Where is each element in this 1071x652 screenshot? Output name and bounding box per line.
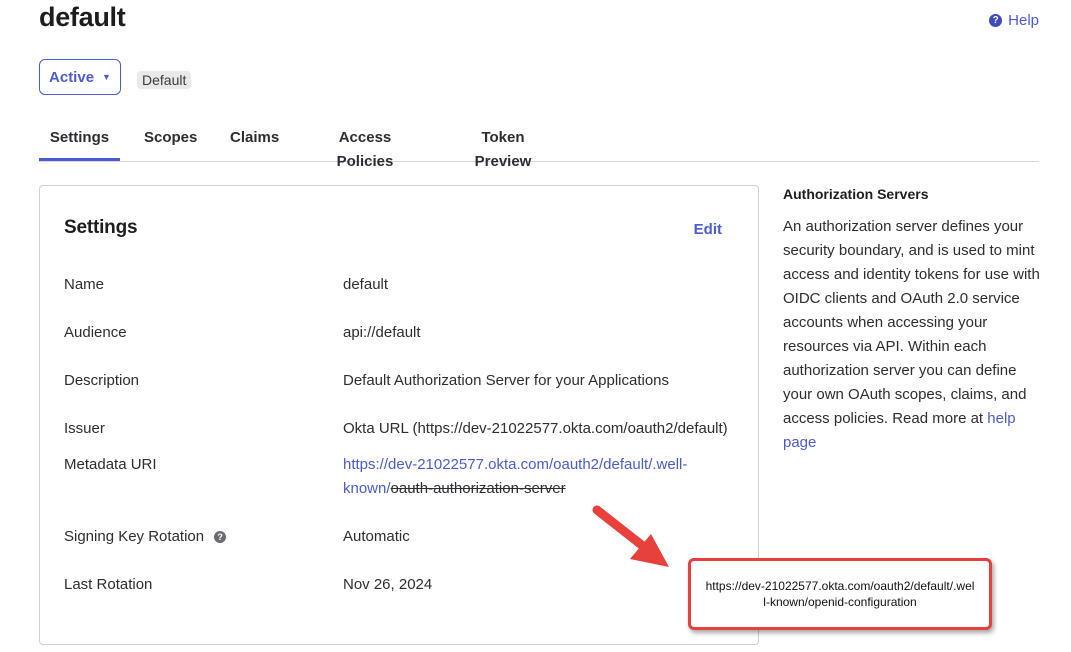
name-label: Name (64, 276, 105, 293)
metadata-uri-struck-text: oauth-authorization-server (390, 480, 566, 497)
caret-down-icon: ▼ (102, 72, 111, 82)
info-icon[interactable]: ? (214, 530, 227, 543)
default-badge: Default (137, 71, 192, 89)
signing-key-rotation-label: Signing Key Rotation ? (64, 528, 227, 545)
sidebar-description: An authorization server defines your sec… (783, 215, 1045, 455)
page-title: default (39, 2, 126, 32)
status-dropdown[interactable]: Active ▼ (39, 59, 121, 95)
help-link[interactable]: ? Help (989, 12, 1039, 29)
settings-title: Settings (64, 217, 138, 238)
signing-key-rotation-value: Automatic (343, 528, 410, 545)
last-rotation-value: Nov 26, 2024 (343, 576, 433, 593)
audience-label: Audience (64, 324, 127, 341)
last-rotation-label: Last Rotation (64, 576, 153, 593)
audience-value: api://default (343, 324, 421, 341)
tab-token-preview[interactable]: Token Preview (454, 126, 552, 170)
sidebar-title: Authorization Servers (783, 186, 929, 202)
annotation-text: https://dev-21022577.okta.com/oauth2/def… (705, 579, 975, 609)
status-dropdown-label: Active (49, 68, 95, 86)
metadata-uri-link[interactable]: https://dev-21022577.okta.com/oauth2/def… (343, 453, 713, 501)
description-value: Default Authorization Server for your Ap… (343, 372, 670, 389)
sidebar-text: An authorization server defines your sec… (783, 218, 1040, 427)
settings-card: Settings Edit Name default Audience api:… (39, 185, 759, 645)
issuer-label: Issuer (64, 420, 105, 437)
tab-bar: Settings Scopes Claims Access Policies T… (39, 126, 1039, 170)
signing-key-rotation-text: Signing Key Rotation (64, 528, 205, 545)
edit-button[interactable]: Edit (694, 221, 722, 238)
metadata-uri-label: Metadata URI (64, 456, 157, 473)
tab-settings[interactable]: Settings (39, 126, 120, 161)
help-icon: ? (989, 14, 1003, 27)
name-value: default (343, 276, 389, 293)
issuer-value: Okta URL (https://dev-21022577.okta.com/… (343, 420, 728, 437)
annotation-callout: https://dev-21022577.okta.com/oauth2/def… (688, 558, 992, 630)
description-label: Description (64, 372, 140, 389)
tab-claims[interactable]: Claims (230, 126, 279, 160)
tab-scopes[interactable]: Scopes (144, 126, 197, 160)
tab-access-policies[interactable]: Access Policies (312, 126, 418, 170)
help-label: Help (1008, 12, 1039, 29)
